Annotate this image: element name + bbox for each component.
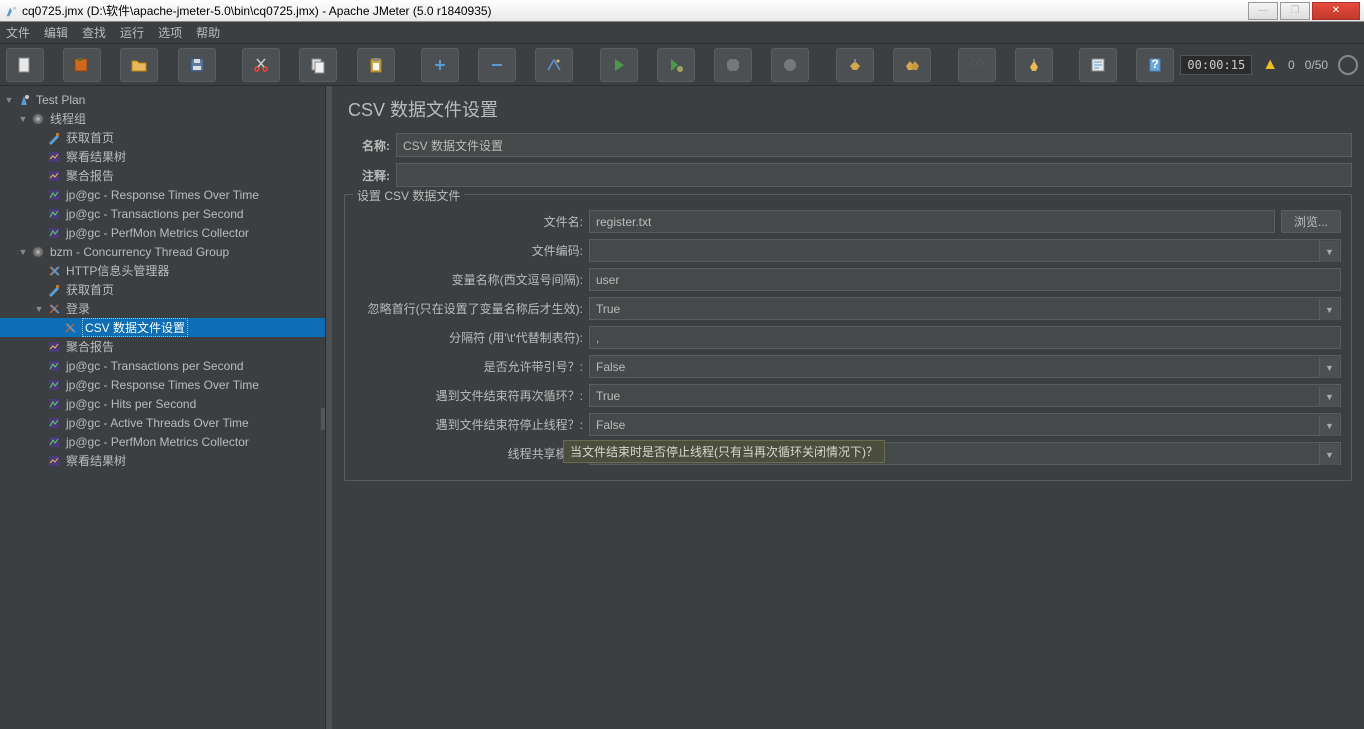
fieldset-legend: 设置 CSV 数据文件 xyxy=(353,187,464,204)
menubar: 文件 编辑 查找 运行 选项 帮助 xyxy=(0,22,1364,44)
tree-node-csv-config[interactable]: CSV 数据文件设置 xyxy=(0,318,325,337)
tooltip: 当文件结束时是否停止线程(只有当再次循环关闭情况下)？ xyxy=(563,440,885,463)
chevron-down-icon: ▼ xyxy=(1319,415,1339,436)
start-button[interactable] xyxy=(600,48,638,82)
menu-file[interactable]: 文件 xyxy=(6,24,30,41)
save-button[interactable] xyxy=(178,48,216,82)
name-input[interactable] xyxy=(396,133,1352,157)
quoted-select[interactable]: False▼ xyxy=(589,355,1341,378)
chevron-down-icon: ▼ xyxy=(1319,444,1339,465)
menu-search[interactable]: 查找 xyxy=(82,24,106,41)
tree-node[interactable]: jp@gc - Response Times Over Time xyxy=(0,375,325,394)
comment-input[interactable] xyxy=(396,163,1352,187)
name-label: 名称: xyxy=(344,137,396,154)
open-button[interactable] xyxy=(120,48,158,82)
thread-count: 0/50 xyxy=(1305,58,1328,72)
tree-splitter-handle[interactable] xyxy=(321,408,325,430)
tree-node[interactable]: HTTP信息头管理器 xyxy=(0,261,325,280)
filename-label: 文件名: xyxy=(355,213,583,230)
chevron-down-icon: ▼ xyxy=(1319,241,1339,262)
menu-run[interactable]: 运行 xyxy=(120,24,144,41)
menu-help[interactable]: 帮助 xyxy=(196,24,220,41)
toolbar: ? 00:00:15 ▲ 0 0/50 xyxy=(0,44,1364,86)
tree-node[interactable]: jp@gc - PerfMon Metrics Collector xyxy=(0,432,325,451)
paste-button[interactable] xyxy=(357,48,395,82)
config-panel: CSV 数据文件设置 名称: 注释: 设置 CSV 数据文件 文件名: 浏览..… xyxy=(332,86,1364,729)
tree-node[interactable]: jp@gc - Active Threads Over Time xyxy=(0,413,325,432)
tree-node[interactable]: jp@gc - Response Times Over Time xyxy=(0,185,325,204)
recycle-label: 遇到文件结束符再次循环？: xyxy=(355,387,583,404)
warning-icon[interactable]: ▲ xyxy=(1262,56,1278,74)
svg-text:?: ? xyxy=(1152,57,1159,71)
copy-button[interactable] xyxy=(299,48,337,82)
filename-input[interactable] xyxy=(589,210,1275,233)
tree-node[interactable]: 聚合报告 xyxy=(0,166,325,185)
encoding-label: 文件编码: xyxy=(355,242,583,259)
comment-label: 注释: xyxy=(344,167,396,184)
app-icon xyxy=(4,4,18,18)
tree-node-test-plan[interactable]: ▼ Test Plan xyxy=(0,90,325,109)
help-button[interactable]: ? xyxy=(1136,48,1174,82)
tree-node-thread-group-2[interactable]: ▼ bzm - Concurrency Thread Group xyxy=(0,242,325,261)
reset-search-button[interactable] xyxy=(1015,48,1053,82)
shutdown-button[interactable] xyxy=(771,48,809,82)
search-tree-button[interactable] xyxy=(958,48,996,82)
new-button[interactable] xyxy=(6,48,44,82)
tree-node[interactable]: jp@gc - Transactions per Second xyxy=(0,356,325,375)
tree-node[interactable]: 聚合报告 xyxy=(0,337,325,356)
close-button[interactable]: ✕ xyxy=(1312,2,1360,20)
clear-button[interactable] xyxy=(836,48,874,82)
recycle-select[interactable]: True▼ xyxy=(589,384,1341,407)
delimiter-input[interactable] xyxy=(589,326,1341,349)
share-label: 线程共享模式: xyxy=(355,445,583,462)
stop-select[interactable]: False▼ xyxy=(589,413,1341,436)
window-title: cq0725.jmx (D:\软件\apache-jmeter-5.0\bin\… xyxy=(22,2,1248,19)
function-helper-button[interactable] xyxy=(1079,48,1117,82)
delimiter-label: 分隔符 (用'\t'代替制表符): xyxy=(355,329,583,346)
tree-node[interactable]: 察看结果树 xyxy=(0,451,325,470)
quoted-label: 是否允许带引号？: xyxy=(355,358,583,375)
minimize-button[interactable]: — xyxy=(1248,2,1278,20)
encoding-select[interactable]: ▼ xyxy=(589,239,1341,262)
chevron-down-icon: ▼ xyxy=(1319,357,1339,378)
tree-node[interactable]: jp@gc - PerfMon Metrics Collector xyxy=(0,223,325,242)
menu-edit[interactable]: 编辑 xyxy=(44,24,68,41)
warning-count: 0 xyxy=(1288,58,1295,72)
ignore-first-select[interactable]: True▼ xyxy=(589,297,1341,320)
ignore-first-label: 忽略首行(只在设置了变量名称后才生效): xyxy=(355,300,583,317)
varnames-label: 变量名称(西文逗号间隔): xyxy=(355,271,583,288)
chevron-down-icon: ▼ xyxy=(1319,299,1339,320)
toggle-button[interactable] xyxy=(535,48,573,82)
test-plan-tree[interactable]: ▼ Test Plan ▼ 线程组 获取首页 察看结果树 聚合报告 jp@gc … xyxy=(0,86,326,729)
varnames-input[interactable] xyxy=(589,268,1341,291)
globe-icon[interactable] xyxy=(1338,55,1358,75)
tree-node[interactable]: jp@gc - Transactions per Second xyxy=(0,204,325,223)
start-no-pause-button[interactable] xyxy=(657,48,695,82)
maximize-button[interactable]: ❐ xyxy=(1280,2,1310,20)
chevron-down-icon: ▼ xyxy=(1319,386,1339,407)
clear-all-button[interactable] xyxy=(893,48,931,82)
tree-node-login[interactable]: ▼登录 xyxy=(0,299,325,318)
tree-node[interactable]: 察看结果树 xyxy=(0,147,325,166)
browse-button[interactable]: 浏览... xyxy=(1281,210,1341,233)
templates-button[interactable] xyxy=(63,48,101,82)
stop-label: 遇到文件结束符停止线程？: xyxy=(355,416,583,433)
tree-node[interactable]: 获取首页 xyxy=(0,280,325,299)
tree-node[interactable]: jp@gc - Hits per Second xyxy=(0,394,325,413)
panel-title: CSV 数据文件设置 xyxy=(344,96,1352,122)
expand-button[interactable] xyxy=(421,48,459,82)
menu-options[interactable]: 选项 xyxy=(158,24,182,41)
tree-node[interactable]: 获取首页 xyxy=(0,128,325,147)
collapse-button[interactable] xyxy=(478,48,516,82)
timer-display: 00:00:15 xyxy=(1180,55,1252,75)
window-titlebar: cq0725.jmx (D:\软件\apache-jmeter-5.0\bin\… xyxy=(0,0,1364,22)
csv-settings-fieldset: 设置 CSV 数据文件 文件名: 浏览... 文件编码: ▼ 变量名称(西文逗号… xyxy=(344,194,1352,481)
cut-button[interactable] xyxy=(242,48,280,82)
stop-button[interactable] xyxy=(714,48,752,82)
tree-node-thread-group-1[interactable]: ▼ 线程组 xyxy=(0,109,325,128)
